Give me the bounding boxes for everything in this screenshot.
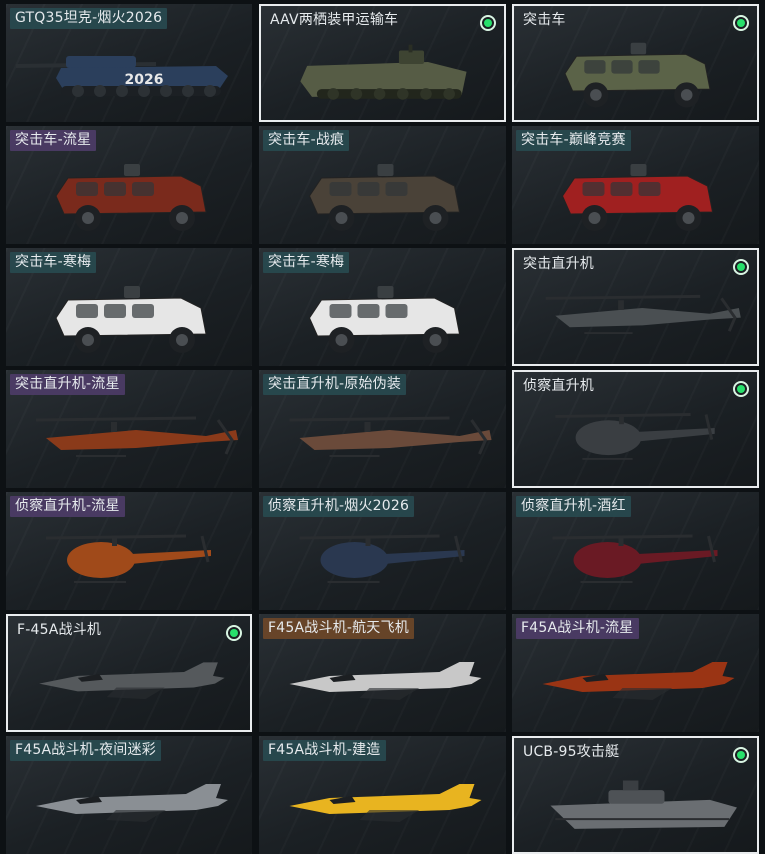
- vehicle-skin-card[interactable]: UCB-95攻击艇: [512, 736, 759, 854]
- vehicle-skin-card[interactable]: 侦察直升机-酒红: [512, 492, 759, 610]
- vehicle-skin-label: 突击直升机: [523, 256, 594, 272]
- svg-text:2026: 2026: [125, 72, 164, 88]
- vehicle-skin-card[interactable]: AAV两栖装甲运输车: [259, 4, 506, 122]
- vehicle-skin-card[interactable]: 突击车: [512, 4, 759, 122]
- vehicle-skin-label: 突击车-流星: [10, 130, 97, 151]
- owned-status-icon: [226, 625, 242, 641]
- vehicle-skin-card[interactable]: 突击车-巅峰竞赛: [512, 126, 759, 244]
- vehicle-skin-card[interactable]: 突击直升机-流星: [6, 370, 252, 488]
- vehicle-skin-label: 突击车: [523, 12, 566, 28]
- vehicle-skin-card[interactable]: F45A战斗机-建造: [259, 736, 506, 854]
- vehicle-skin-label: F45A战斗机-夜间迷彩: [10, 740, 161, 761]
- vehicle-skin-label: 侦察直升机-酒红: [516, 496, 631, 517]
- vehicle-skin-card[interactable]: 突击车-流星: [6, 126, 252, 244]
- vehicle-skin-label: 突击直升机-原始伪装: [263, 374, 407, 395]
- vehicle-skin-grid: 2026 GTQ35坦克-烟火2026 AAV两栖装甲运输车 突击车 突击车-流星…: [0, 0, 765, 854]
- vehicle-skin-card[interactable]: F-45A战斗机: [6, 614, 252, 732]
- vehicle-skin-label: 突击车-寒梅: [10, 252, 97, 273]
- vehicle-skin-label: F-45A战斗机: [17, 622, 102, 638]
- vehicle-skin-card[interactable]: 突击车-寒梅: [6, 248, 252, 366]
- vehicle-skin-label: AAV两栖装甲运输车: [270, 12, 399, 28]
- vehicle-skin-card[interactable]: 突击直升机: [512, 248, 759, 366]
- vehicle-skin-label: 突击车-战痕: [263, 130, 350, 151]
- vehicle-skin-card[interactable]: F45A战斗机-夜间迷彩: [6, 736, 252, 854]
- owned-status-icon: [733, 747, 749, 763]
- vehicle-skin-card[interactable]: 侦察直升机: [512, 370, 759, 488]
- vehicle-skin-card[interactable]: 2026 GTQ35坦克-烟火2026: [6, 4, 252, 122]
- vehicle-skin-label: 突击车-寒梅: [263, 252, 350, 273]
- vehicle-skin-label: 侦察直升机: [523, 378, 594, 394]
- vehicle-skin-label: 侦察直升机-烟火2026: [263, 496, 415, 517]
- vehicle-skin-label: GTQ35坦克-烟火2026: [10, 8, 168, 29]
- owned-status-icon: [733, 259, 749, 275]
- vehicle-skin-card[interactable]: 突击车-战痕: [259, 126, 506, 244]
- vehicle-skin-label: F45A战斗机-建造: [263, 740, 386, 761]
- vehicle-skin-card[interactable]: 侦察直升机-流星: [6, 492, 252, 610]
- vehicle-skin-label: 侦察直升机-流星: [10, 496, 125, 517]
- vehicle-skin-label: 突击直升机-流星: [10, 374, 125, 395]
- vehicle-skin-label: UCB-95攻击艇: [523, 744, 620, 760]
- vehicle-skin-label: F45A战斗机-流星: [516, 618, 639, 639]
- vehicle-skin-card[interactable]: 突击直升机-原始伪装: [259, 370, 506, 488]
- owned-status-icon: [733, 381, 749, 397]
- vehicle-skin-card[interactable]: 突击车-寒梅: [259, 248, 506, 366]
- vehicle-skin-label: F45A战斗机-航天飞机: [263, 618, 414, 639]
- owned-status-icon: [733, 15, 749, 31]
- owned-status-icon: [480, 15, 496, 31]
- vehicle-skin-card[interactable]: 侦察直升机-烟火2026: [259, 492, 506, 610]
- vehicle-skin-card[interactable]: F45A战斗机-流星: [512, 614, 759, 732]
- vehicle-skin-card[interactable]: F45A战斗机-航天飞机: [259, 614, 506, 732]
- vehicle-skin-label: 突击车-巅峰竞赛: [516, 130, 631, 151]
